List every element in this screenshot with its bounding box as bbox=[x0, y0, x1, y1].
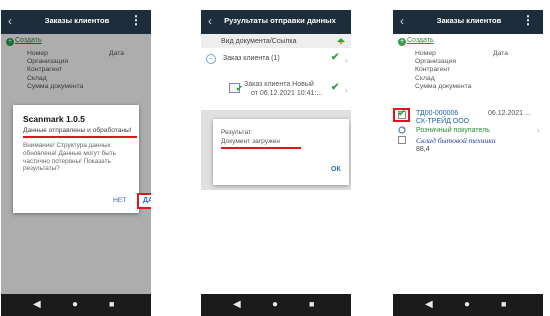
field-date: Дата bbox=[493, 50, 509, 57]
chevron-right-icon: › bbox=[145, 127, 148, 136]
nav-back-icon[interactable]: ◀ bbox=[425, 299, 433, 310]
column-header: Вид документа/Ссылка bbox=[201, 34, 351, 48]
yes-button[interactable]: ДА bbox=[137, 193, 151, 209]
order-sum: 88,4 bbox=[416, 146, 430, 153]
highlight-box bbox=[393, 108, 410, 122]
status-arrows-icon bbox=[337, 38, 345, 45]
chevron-right-icon: › bbox=[537, 126, 540, 135]
chevron-right-icon: › bbox=[345, 56, 348, 65]
create-label: Создать bbox=[407, 37, 434, 44]
nav-back-icon[interactable]: ◀ bbox=[233, 299, 241, 310]
system-nav-bar: ◀ ● ■ bbox=[201, 294, 351, 316]
document-check-icon: ✔ bbox=[236, 84, 243, 93]
nav-recent-icon[interactable]: ■ bbox=[109, 299, 114, 309]
order-date: 06.12.2021 ... bbox=[488, 110, 531, 117]
order-warehouse: Склад бытовой техники bbox=[416, 136, 496, 145]
more-menu-icon[interactable]: ⋮ bbox=[522, 13, 534, 27]
screen-title: Заказы клиентов bbox=[436, 16, 502, 25]
document-row[interactable]: ✔ Заказ клиента Новый от 06.12.2021 10:4… bbox=[201, 78, 351, 106]
list-header: Номер Организация Контрагент Склад Сумма… bbox=[415, 50, 535, 91]
chevron-right-icon: › bbox=[345, 86, 348, 95]
highlight-underline bbox=[221, 147, 301, 149]
collapse-icon[interactable]: – bbox=[206, 54, 216, 64]
nav-recent-icon[interactable]: ■ bbox=[309, 299, 314, 309]
field-organization: Организация bbox=[415, 58, 456, 66]
system-nav-bar: ◀ ● ■ bbox=[393, 294, 543, 316]
group-row[interactable]: – Заказ клиента (1) ✔ › bbox=[201, 50, 351, 70]
column-label: Вид документа/Ссылка bbox=[221, 38, 297, 45]
document-title: Заказ клиента Новый bbox=[244, 81, 314, 88]
app-bar: ‹ Заказы клиентов ⋮ bbox=[393, 10, 543, 34]
create-button[interactable]: + Создать bbox=[398, 37, 434, 46]
order-list-item[interactable]: ✔ ТД00-000006 06.12.2021 ... СК-ТРЕЙД ОО… bbox=[393, 108, 543, 168]
check-icon: ✔ bbox=[331, 52, 340, 63]
result-text: Документ загружен bbox=[221, 138, 280, 145]
phone-screen-1: ‹ Заказы клиентов ⋮ + Создать Номер Орган… bbox=[1, 0, 151, 316]
field-number: Номер bbox=[415, 50, 436, 57]
select-checkbox[interactable] bbox=[398, 136, 406, 144]
nav-home-icon[interactable]: ● bbox=[272, 299, 278, 310]
group-label: Заказ клиента (1) bbox=[223, 55, 280, 62]
back-icon[interactable]: ‹ bbox=[400, 14, 404, 28]
check-icon: ✔ bbox=[331, 82, 340, 93]
nav-back-icon[interactable]: ◀ bbox=[33, 299, 41, 310]
field-warehouse: Склад bbox=[415, 74, 435, 82]
sync-icon bbox=[398, 126, 406, 134]
screen-title: Рузультаты отправки данных bbox=[224, 16, 336, 25]
nav-recent-icon[interactable]: ■ bbox=[501, 299, 506, 309]
dialog-buttons-layer: ДА bbox=[13, 105, 151, 213]
phone-screen-2: ‹ Рузультаты отправки данных Вид докумен… bbox=[201, 0, 351, 316]
ok-button[interactable]: ОК bbox=[331, 166, 341, 173]
field-sum: Сумма документа bbox=[415, 82, 472, 90]
order-number: ТД00-000006 bbox=[416, 110, 459, 117]
back-icon[interactable]: ‹ bbox=[208, 14, 212, 28]
app-bar: ‹ Рузультаты отправки данных bbox=[201, 10, 351, 34]
system-nav-bar: ◀ ● ■ bbox=[1, 294, 151, 316]
plus-icon: + bbox=[398, 38, 406, 46]
nav-home-icon[interactable]: ● bbox=[72, 299, 78, 310]
result-dialog: Результат: Документ загружен ОК bbox=[213, 119, 349, 185]
back-icon[interactable]: ‹ bbox=[8, 14, 12, 28]
screen-title: Заказы клиентов bbox=[44, 16, 110, 25]
document-date: от 06.12.2021 10:41:... bbox=[251, 90, 323, 97]
order-organization: СК-ТРЕЙД ООО bbox=[416, 118, 470, 125]
order-counterparty: Розничный покупатель bbox=[416, 127, 490, 134]
field-counterparty: Контрагент bbox=[415, 66, 451, 74]
nav-home-icon[interactable]: ● bbox=[464, 299, 470, 310]
more-menu-icon[interactable]: ⋮ bbox=[130, 13, 142, 27]
result-label: Результат: bbox=[221, 129, 253, 136]
app-bar: ‹ Заказы клиентов ⋮ bbox=[1, 10, 151, 34]
phone-screen-3: ‹ Заказы клиентов ⋮ + Создать Номер Орган… bbox=[393, 0, 543, 316]
